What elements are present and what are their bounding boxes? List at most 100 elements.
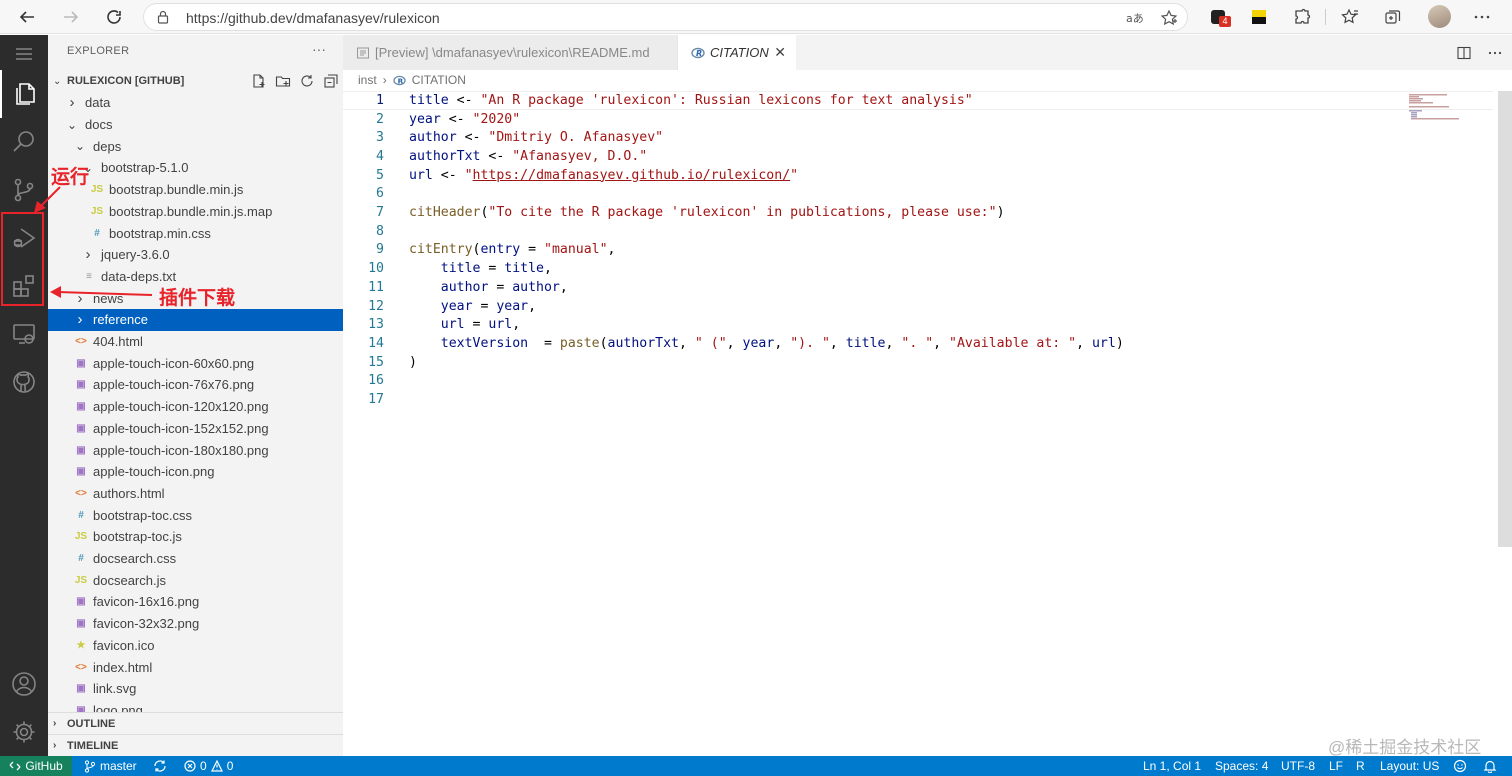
search-view-button[interactable] <box>0 118 48 166</box>
refresh-button[interactable] <box>101 4 127 30</box>
tree-folder[interactable]: › data <box>48 92 343 114</box>
tree-file[interactable]: # bootstrap.min.css <box>48 222 343 244</box>
code-line[interactable]: 12 year = year, <box>343 297 1493 316</box>
close-icon[interactable]: ✕ <box>774 44 786 61</box>
tree-folder[interactable]: ⌄ docs <box>48 114 343 136</box>
problems-indicator[interactable]: 0 0 <box>184 756 233 776</box>
minimap[interactable] <box>1409 93 1489 121</box>
notifications-button[interactable] <box>1483 756 1497 776</box>
code-line[interactable]: 13 url = url, <box>343 315 1493 334</box>
code-line[interactable]: 15) <box>343 353 1493 372</box>
tree-file[interactable]: ▣ apple-touch-icon.png <box>48 461 343 483</box>
refresh-explorer-icon[interactable] <box>299 73 315 89</box>
timeline-panel-header[interactable]: › TIMELINE <box>48 734 343 756</box>
code-token: , <box>512 317 521 333</box>
tree-file[interactable]: ▣ apple-touch-icon-76x76.png <box>48 374 343 396</box>
code-line[interactable]: 17 <box>343 390 1493 409</box>
tree-item-label: docs <box>85 117 113 133</box>
breadcrumb-citation[interactable]: CITATION <box>412 73 466 87</box>
code-line[interactable]: 4 authorTxt <- "Afanasyev, D.O." <box>343 147 1493 166</box>
feedback-button[interactable] <box>1453 756 1467 776</box>
read-aloud-icon[interactable]: aあ <box>1124 8 1144 28</box>
tree-file[interactable]: # docsearch.css <box>48 548 343 570</box>
tree-file[interactable]: JS docsearch.js <box>48 569 343 591</box>
address-bar[interactable]: https://github.dev/dmafanasyev/rulexicon… <box>143 3 1188 31</box>
code-line[interactable]: 7 citHeader("To cite the R package 'rulex… <box>343 203 1493 222</box>
code-line[interactable]: 11 author = author, <box>343 278 1493 297</box>
code-token: year <box>409 298 481 314</box>
explorer-view-button[interactable] <box>0 70 48 118</box>
tab-citation[interactable]: R CITATION ✕ <box>678 35 796 70</box>
tree-file[interactable]: # bootstrap-toc.css <box>48 504 343 526</box>
code-line[interactable]: 8 <box>343 222 1493 241</box>
branch-indicator[interactable]: master <box>84 756 137 776</box>
tree-file[interactable]: ▣ favicon-16x16.png <box>48 591 343 613</box>
tree-file[interactable]: ▣ logo.png <box>48 700 343 712</box>
source-control-button[interactable] <box>0 166 48 214</box>
tree-folder[interactable]: › reference <box>48 309 343 331</box>
menu-button[interactable] <box>0 35 48 73</box>
profile-avatar[interactable] <box>1428 5 1451 28</box>
tree-file[interactable]: <> 404.html <box>48 331 343 353</box>
cursor-position[interactable]: Ln 1, Col 1 <box>1143 756 1201 776</box>
tree-folder[interactable]: › jquery-3.6.0 <box>48 244 343 266</box>
accounts-button[interactable] <box>0 660 48 708</box>
code-editor[interactable]: 1 title <- "An R package 'rulexicon': Rus… <box>343 91 1493 751</box>
tree-file[interactable]: JS bootstrap-toc.js <box>48 526 343 548</box>
extension-yellow-button[interactable] <box>1247 5 1271 29</box>
tree-file[interactable]: ▣ link.svg <box>48 678 343 700</box>
repo-root-header[interactable]: ⌄ RULEXICON [GITHUB] <box>48 70 343 92</box>
more-menu-button[interactable] <box>1470 5 1494 29</box>
new-file-icon[interactable] <box>251 73 267 89</box>
outline-panel-header[interactable]: › OUTLINE <box>48 712 343 734</box>
explorer-sidebar: EXPLORER ··· ⌄ RULEXICON [GITHUB] › data ⌄… <box>48 35 343 756</box>
code-line[interactable]: 3 author <- "Dmitriy O. Afanasyev" <box>343 128 1493 147</box>
favorites-button[interactable] <box>1338 5 1362 29</box>
tree-file[interactable]: JS bootstrap.bundle.min.js.map <box>48 201 343 223</box>
favorite-star-icon[interactable] <box>1159 8 1179 28</box>
collections-button[interactable] <box>1381 5 1405 29</box>
tree-file[interactable]: ★ favicon.ico <box>48 635 343 657</box>
code-line[interactable]: 2 year <- "2020" <box>343 110 1493 129</box>
tree-file[interactable]: ▣ apple-touch-icon-60x60.png <box>48 352 343 374</box>
split-editor-icon[interactable] <box>1455 44 1473 62</box>
tree-folder[interactable]: ⌄ bootstrap-5.1.0 <box>48 157 343 179</box>
collapse-all-icon[interactable] <box>323 73 339 89</box>
forward-button[interactable] <box>58 4 84 30</box>
tree-file[interactable]: ▣ apple-touch-icon-180x180.png <box>48 439 343 461</box>
code-line[interactable]: 9 citEntry(entry = "manual", <box>343 241 1493 260</box>
line-text: author = author, <box>409 280 568 295</box>
code-line[interactable]: 6 <box>343 185 1493 204</box>
back-button[interactable] <box>14 4 40 30</box>
editor-more-icon[interactable] <box>1486 44 1504 62</box>
code-line[interactable]: 5 url <- "https://dmafanasyev.github.io/r… <box>343 166 1493 185</box>
new-folder-icon[interactable] <box>275 73 291 89</box>
tab-readme-preview[interactable]: [Preview] \dmafanasyev\rulexicon\README.… <box>343 35 678 70</box>
breadcrumb-inst[interactable]: inst <box>358 73 377 87</box>
tree-file[interactable]: ▣ apple-touch-icon-152x152.png <box>48 418 343 440</box>
tree-file[interactable]: ▣ favicon-32x32.png <box>48 613 343 635</box>
sync-button[interactable] <box>153 756 167 776</box>
tree-folder[interactable]: ⌄ deps <box>48 135 343 157</box>
remote-indicator[interactable]: GitHub <box>0 756 72 776</box>
explorer-more-button[interactable]: ··· <box>312 41 326 57</box>
github-button[interactable] <box>0 358 48 406</box>
encoding[interactable]: UTF-8 <box>1281 756 1315 776</box>
scrollbar-thumb[interactable] <box>1498 91 1512 547</box>
extension-button[interactable]: 4 <box>1206 5 1231 29</box>
end-of-line[interactable]: LF <box>1329 756 1343 776</box>
manage-button[interactable] <box>0 708 48 756</box>
code-line[interactable]: 14 textVersion = paste(authorTxt, " (", … <box>343 334 1493 353</box>
language-mode[interactable]: R <box>1356 756 1365 776</box>
tree-file[interactable]: <> authors.html <box>48 483 343 505</box>
keyboard-layout[interactable]: Layout: US <box>1380 756 1439 776</box>
code-line[interactable]: 16 <box>343 372 1493 391</box>
tree-file[interactable]: ▣ apple-touch-icon-120x120.png <box>48 396 343 418</box>
tree-file[interactable]: JS bootstrap.bundle.min.js <box>48 179 343 201</box>
code-line[interactable]: 1 title <- "An R package 'rulexicon': Rus… <box>343 91 1493 110</box>
indentation[interactable]: Spaces: 4 <box>1215 756 1268 776</box>
extensions-button[interactable] <box>1290 5 1314 29</box>
code-line[interactable]: 10 title = title, <box>343 259 1493 278</box>
tree-file[interactable]: <> index.html <box>48 656 343 678</box>
remote-explorer-button[interactable] <box>0 310 48 358</box>
